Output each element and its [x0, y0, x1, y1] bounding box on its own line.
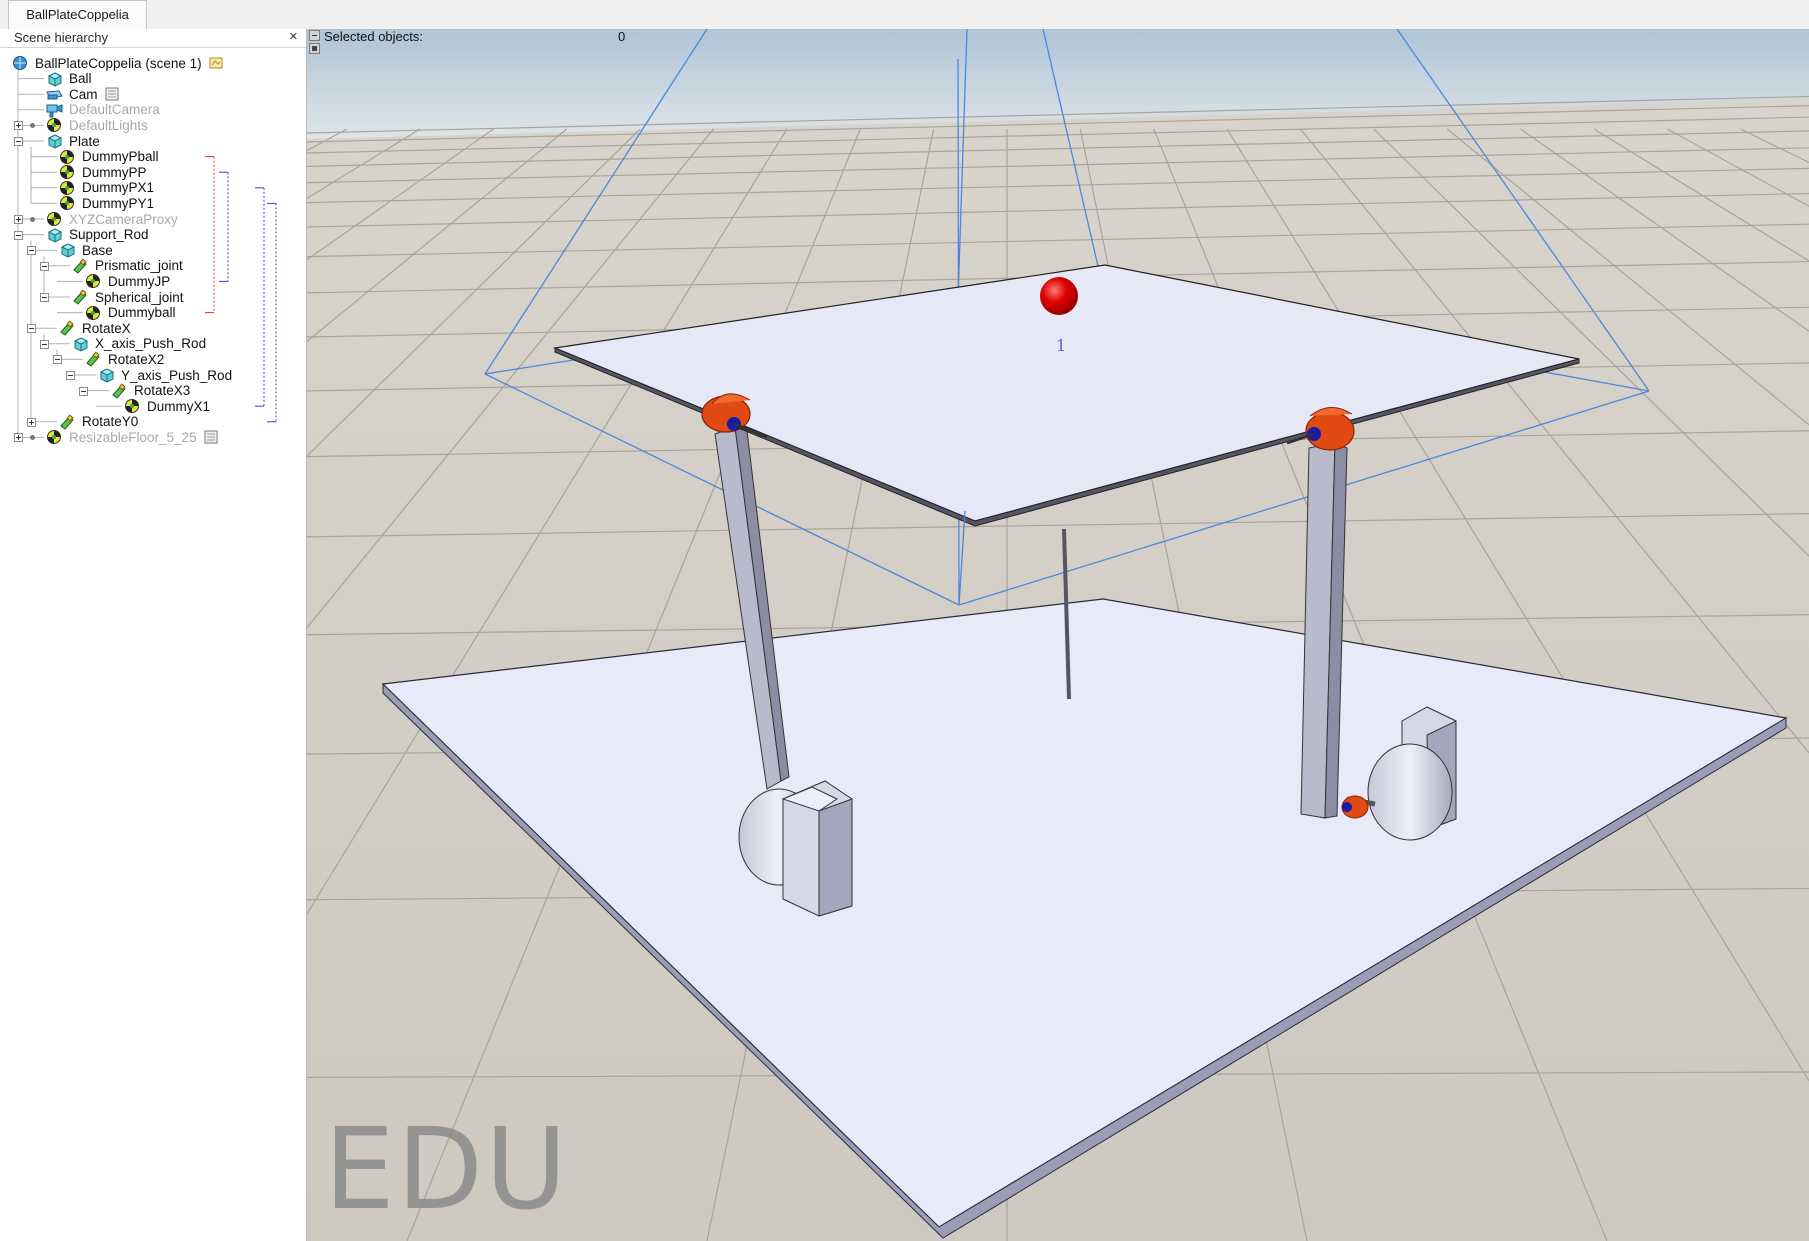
ball-object-label: 1	[1056, 336, 1067, 355]
collapse-toggle[interactable]	[27, 324, 36, 334]
shape-icon	[46, 227, 63, 243]
dummy-icon	[46, 211, 63, 227]
joint-icon	[59, 320, 76, 336]
expand-toggle[interactable]	[14, 121, 23, 131]
dummy-icon	[59, 195, 76, 211]
selected-objects-label: Selected objects:	[324, 29, 424, 44]
hierarchy-item[interactable]: BallPlateCoppelia (scene 1)	[12, 54, 224, 72]
hierarchy-item-label: RotateX2	[108, 351, 165, 367]
hierarchy-item-label: RotateX	[82, 320, 131, 336]
ball	[1040, 277, 1078, 315]
hierarchy-item-label: Spherical_joint	[95, 289, 184, 305]
script-icon[interactable]	[204, 430, 219, 444]
joint-icon	[72, 289, 89, 305]
hierarchy-item-label: DefaultLights	[69, 117, 148, 133]
expand-toggle[interactable]	[27, 417, 36, 427]
hierarchy-item-label: DummyPball	[82, 149, 159, 165]
hierarchy-item-label: DummyPX1	[82, 180, 155, 196]
scene-icon	[12, 55, 29, 71]
document-tab-bar: BallPlateCoppelia	[0, 0, 1809, 30]
dummy-icon	[124, 398, 141, 414]
dummy-icon	[85, 305, 102, 321]
hierarchy-tree: BallPlateCoppelia (scene 1) Ball Cam Defaul…	[0, 29, 306, 509]
selected-objects-count: 0	[618, 29, 626, 44]
hierarchy-item-label: Support_Rod	[69, 227, 149, 243]
joint-icon	[85, 351, 102, 368]
hierarchy-item-label: Ball	[69, 71, 92, 87]
dummy-icon	[59, 149, 76, 165]
shape-icon	[46, 133, 63, 149]
shape-icon	[46, 71, 63, 87]
script-icon[interactable]	[105, 87, 120, 101]
hierarchy-item[interactable]: ResizableFloor_5_25	[46, 428, 219, 446]
collapse-toggle[interactable]	[66, 371, 75, 380]
hierarchy-item-label: DummyJP	[108, 273, 171, 289]
hierarchy-item-label: BallPlateCoppelia (scene 1)	[35, 55, 202, 71]
expand-toggle[interactable]	[14, 433, 23, 443]
tab-ballplatecoppelia[interactable]: BallPlateCoppelia	[8, 0, 147, 29]
hierarchy-item-label: Dummyball	[108, 305, 176, 321]
edu-watermark: EDU	[324, 1105, 569, 1235]
joint-icon	[72, 258, 89, 274]
collapse-toggle[interactable]	[79, 386, 88, 396]
joint-icon	[111, 383, 128, 399]
shape-icon	[98, 367, 115, 383]
dummy-icon	[59, 164, 76, 180]
collapse-info-button[interactable]	[309, 30, 320, 41]
shape-icon	[59, 242, 76, 258]
collapse-toggle[interactable]	[53, 355, 62, 365]
expand-toggle[interactable]	[14, 215, 23, 224]
collapse-toggle[interactable]	[14, 230, 23, 240]
scene-render	[307, 29, 1809, 1241]
hierarchy-item-label: XYZCameraProxy	[69, 211, 178, 227]
collapse-toggle[interactable]	[27, 246, 36, 256]
collapse-toggle[interactable]	[40, 261, 49, 271]
collapse-toggle[interactable]	[40, 293, 49, 302]
model-indicator-icon	[30, 217, 35, 222]
collapse-toggle[interactable]	[40, 339, 49, 349]
script-icon[interactable]	[209, 56, 224, 70]
dummy-icon	[46, 429, 63, 445]
hierarchy-item-label: Y_axis_Push_Rod	[121, 367, 233, 383]
dummy-icon	[46, 117, 63, 133]
hierarchy-item-label: Cam	[69, 86, 98, 102]
hierarchy-item-label: ResizableFloor_5_25	[69, 429, 197, 445]
hierarchy-item-label: DummyPP	[82, 164, 147, 180]
hierarchy-item-label: RotateX3	[134, 383, 191, 399]
info-toggle-button[interactable]	[309, 43, 320, 54]
scene-viewport[interactable]: Selected objects: 0 1 EDU	[307, 29, 1809, 1241]
hierarchy-item-label: Prismatic_joint	[95, 258, 183, 274]
shape-icon	[72, 336, 89, 352]
vision-sensor-icon	[46, 86, 63, 102]
dummy-icon	[85, 273, 102, 289]
dummy-icon	[59, 180, 76, 196]
scene-hierarchy-panel: Scene hierarchy × BallPlateCoppelia (sce…	[0, 28, 307, 1241]
collapse-toggle[interactable]	[14, 137, 23, 146]
hierarchy-item-label: DummyX1	[147, 398, 211, 414]
hierarchy-item-label: X_axis_Push_Rod	[95, 336, 207, 352]
hierarchy-item-label: Base	[82, 242, 113, 258]
hierarchy-item-label: DefaultCamera	[69, 102, 160, 118]
joint-icon	[59, 414, 76, 430]
hierarchy-item-label: RotateY0	[82, 414, 139, 430]
hierarchy-item-label: DummyPY1	[82, 195, 155, 211]
camera-icon	[46, 102, 63, 118]
hierarchy-item-label: Plate	[69, 133, 100, 149]
